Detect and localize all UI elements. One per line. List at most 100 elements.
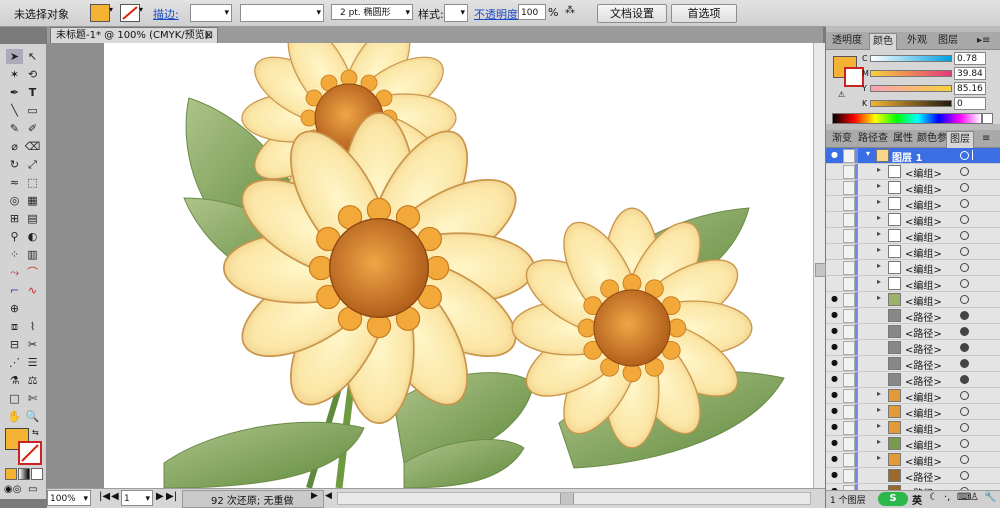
fill-dropdown-icon[interactable]: ▾ bbox=[109, 5, 113, 14]
hscroll-thumb[interactable] bbox=[560, 493, 574, 504]
lock-toggle[interactable] bbox=[843, 469, 855, 483]
next-artboard-icon[interactable]: ▶ bbox=[156, 491, 164, 502]
opacity-link[interactable]: 不透明度: bbox=[474, 6, 522, 22]
expand-icon[interactable]: ▸ bbox=[877, 437, 881, 446]
yellow-slider[interactable] bbox=[870, 85, 952, 92]
lock-toggle[interactable] bbox=[843, 149, 855, 163]
expand-icon[interactable]: ▸ bbox=[877, 293, 881, 302]
lock-toggle[interactable] bbox=[843, 165, 855, 179]
visibility-eye-icon[interactable]: ● bbox=[831, 406, 840, 415]
object-name[interactable]: <编组> bbox=[905, 437, 942, 452]
target-icon[interactable] bbox=[960, 343, 969, 352]
color-mode-icon[interactable] bbox=[5, 468, 17, 480]
smooth-tool-icon[interactable]: ∿ bbox=[24, 283, 41, 298]
cyan-slider[interactable] bbox=[870, 55, 952, 62]
object-name[interactable]: <路径> bbox=[905, 309, 942, 324]
visibility-eye-icon[interactable]: ● bbox=[831, 150, 840, 159]
prev-artboard-icon[interactable]: ◀ bbox=[111, 491, 119, 502]
expand-icon[interactable]: ▸ bbox=[877, 165, 881, 174]
status-menu-icon[interactable]: ▶ bbox=[311, 491, 318, 501]
opacity-input[interactable]: 100 bbox=[518, 4, 546, 20]
magic-wand-icon[interactable]: ✶ bbox=[6, 67, 23, 82]
object-name[interactable]: <编组> bbox=[905, 181, 942, 196]
horizontal-scrollbar[interactable] bbox=[337, 492, 811, 505]
close-tab-icon[interactable]: ⊠ bbox=[205, 28, 213, 44]
expand-icon[interactable]: ▸ bbox=[877, 181, 881, 190]
layer-item-row[interactable]: ▸ <编组> bbox=[826, 164, 1000, 180]
stroke-color-box[interactable] bbox=[18, 441, 42, 465]
lock-toggle[interactable] bbox=[843, 341, 855, 355]
blend-tool-icon[interactable]: ◐ bbox=[24, 229, 41, 244]
brush-definition[interactable]: 2 pt. 椭圆形 ▾ bbox=[331, 4, 413, 20]
target-icon[interactable] bbox=[960, 375, 969, 384]
tab-color[interactable]: 颜色 bbox=[869, 33, 897, 50]
target-icon[interactable] bbox=[960, 407, 969, 416]
object-name[interactable]: <编组> bbox=[905, 389, 942, 404]
target-icon[interactable] bbox=[960, 231, 969, 240]
layer-item-row[interactable]: ● <路径> bbox=[826, 356, 1000, 372]
layer-item-row[interactable]: ▸ <编组> bbox=[826, 244, 1000, 260]
canvas-area[interactable] bbox=[47, 43, 813, 488]
expand-icon[interactable]: ▸ bbox=[877, 245, 881, 254]
selection-tool-icon[interactable]: ➤ bbox=[6, 49, 23, 64]
object-name[interactable]: <编组> bbox=[905, 165, 942, 180]
visibility-eye-icon[interactable]: ● bbox=[831, 310, 840, 319]
measure-icon[interactable]: ⚖ bbox=[24, 373, 41, 388]
target-icon[interactable] bbox=[960, 199, 969, 208]
object-name[interactable]: <路径> bbox=[905, 325, 942, 340]
join-tool-icon[interactable]: ⌐ bbox=[6, 283, 23, 298]
target-icon[interactable] bbox=[960, 471, 969, 480]
stroke-weight-field[interactable]: ▾ bbox=[190, 4, 232, 22]
flower-artwork[interactable] bbox=[104, 43, 813, 488]
cyan-value[interactable]: 0.78 bbox=[954, 52, 986, 65]
grid-tool-icon[interactable]: ⊟ bbox=[6, 337, 23, 352]
visibility-eye-icon[interactable]: ● bbox=[831, 358, 840, 367]
document-tab[interactable]: 未标题-1* @ 100% (CMYK/预览) ⊠ bbox=[50, 27, 218, 43]
lock-toggle[interactable] bbox=[843, 421, 855, 435]
eraser-icon[interactable]: ⌫ bbox=[24, 139, 41, 154]
layer-item-row[interactable]: ● <路径> bbox=[826, 324, 1000, 340]
target-icon[interactable] bbox=[960, 327, 969, 336]
visibility-off-icon[interactable] bbox=[831, 182, 840, 191]
layer-item-row[interactable]: ▸ <编组> bbox=[826, 276, 1000, 292]
stroke-dropdown-icon[interactable]: ▾ bbox=[139, 5, 143, 14]
visibility-eye-icon[interactable]: ● bbox=[831, 390, 840, 399]
layer-name[interactable]: 图层 1 bbox=[892, 149, 922, 164]
object-name[interactable]: <编组> bbox=[905, 277, 942, 292]
object-name[interactable]: <编组> bbox=[905, 453, 942, 468]
collapse-icon[interactable]: ▾ bbox=[866, 149, 870, 158]
ime-user-icon[interactable]: ♙ bbox=[970, 492, 979, 503]
lock-toggle[interactable] bbox=[843, 197, 855, 211]
lock-toggle[interactable] bbox=[843, 405, 855, 419]
expand-icon[interactable]: ▸ bbox=[877, 229, 881, 238]
paintbrush-icon[interactable]: ✎ bbox=[6, 121, 23, 136]
object-name[interactable]: <路径> bbox=[905, 341, 942, 356]
layer-row-main[interactable]: ● ▾ 图层 1 bbox=[826, 148, 1000, 164]
visibility-eye-icon[interactable]: ● bbox=[831, 454, 840, 463]
expand-icon[interactable]: ▸ bbox=[877, 453, 881, 462]
expand-icon[interactable]: ▸ bbox=[877, 261, 881, 270]
object-name[interactable]: <路径> bbox=[905, 357, 942, 372]
status-info[interactable]: 92 次还原; 无重做 bbox=[182, 490, 324, 508]
variable-width-profile[interactable]: ▾ bbox=[240, 4, 324, 22]
layer-item-row[interactable]: ▸ <编组> bbox=[826, 260, 1000, 276]
document-setup-button[interactable]: 文档设置 bbox=[597, 4, 667, 23]
perspective-grid-icon[interactable]: ▦ bbox=[24, 193, 41, 208]
scroll-left-icon[interactable]: ◀ bbox=[325, 491, 332, 501]
visibility-eye-icon[interactable]: ● bbox=[831, 326, 840, 335]
layer-item-row[interactable]: ● ▸ <编组> bbox=[826, 436, 1000, 452]
object-name[interactable]: <路径> bbox=[905, 373, 942, 388]
blob-brush-icon[interactable]: ⌀ bbox=[6, 139, 23, 154]
layer-item-row[interactable]: ● <路径> bbox=[826, 340, 1000, 356]
last-artboard-icon[interactable]: ▶| bbox=[166, 491, 177, 502]
ime-moon-icon[interactable]: ☾ bbox=[929, 492, 938, 503]
align-tool-icon[interactable]: ☰ bbox=[24, 355, 41, 370]
lock-toggle[interactable] bbox=[843, 213, 855, 227]
first-artboard-icon[interactable]: |◀ bbox=[99, 491, 110, 502]
target-icon[interactable] bbox=[960, 295, 969, 304]
ime-wrench-icon[interactable]: 🔧 bbox=[984, 492, 996, 503]
stroke-link[interactable]: 描边: bbox=[153, 6, 179, 22]
zoom-tool-icon[interactable]: 🔍 bbox=[24, 409, 41, 424]
tab-layers[interactable]: 图层 bbox=[946, 131, 974, 148]
panel-menu-icon[interactable]: ▸≡ bbox=[974, 33, 993, 49]
